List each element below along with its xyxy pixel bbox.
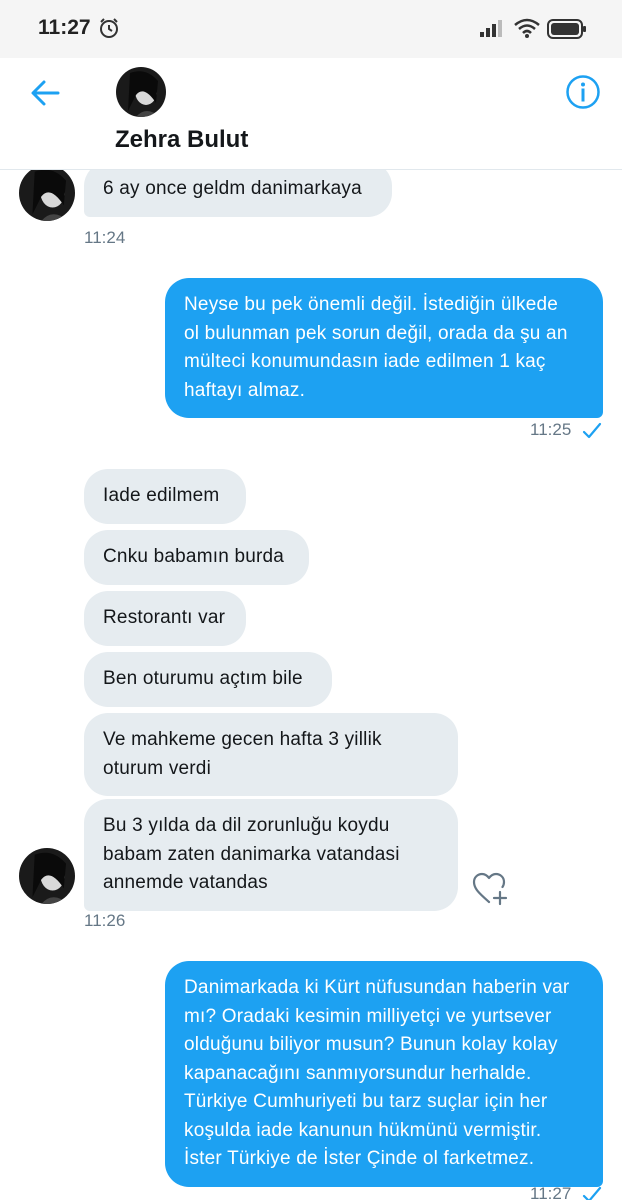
message-line: mülteci konumundasın iade edilmen 1 kaç: [184, 351, 546, 372]
checkmark-icon: [582, 1186, 602, 1200]
message-bubble[interactable]: Ve mahkeme gecen hafta 3 yillik oturum v…: [84, 713, 458, 796]
timestamp: 11:24: [84, 228, 126, 247]
message-line: annemde vatandas: [103, 872, 268, 893]
message-line: ol bulunman pek sorun değil, orada da şu…: [184, 322, 568, 344]
message-bubble[interactable]: Iade edilmem: [84, 469, 246, 524]
message-line: Ve mahkeme gecen hafta 3 yillik: [103, 729, 382, 750]
message-bubble[interactable]: Bu 3 yılda da dil zorunluğu koydu babam …: [84, 799, 458, 911]
message-list[interactable]: 6 ay once geldm danimarkaya 11:24 Neyse …: [0, 170, 622, 1200]
alarm-icon: [100, 18, 118, 38]
status-time: 11:27: [38, 16, 91, 39]
message-bubble[interactable]: Restorantı var: [84, 591, 246, 646]
message-line: Iade edilmem: [103, 485, 220, 506]
message-line: İster Türkiye de İster Çinde ol farketme…: [184, 1148, 535, 1169]
timestamp: 11:27: [530, 1184, 572, 1200]
status-bar: 11:27: [0, 0, 622, 58]
timestamp: 11:25: [530, 420, 572, 439]
checkmark-icon: [582, 422, 602, 439]
message-bubble[interactable]: Neyse bu pek önemli değil. İstediğin ülk…: [165, 278, 603, 418]
message-bubble[interactable]: Cnku babamın burda: [84, 530, 309, 585]
contact-avatar[interactable]: [19, 848, 75, 904]
message-bubble[interactable]: Danimarkada ki Kürt nüfusundan haberin v…: [165, 961, 603, 1187]
message-line: babam zaten danimarka vatandasi: [103, 843, 400, 865]
message-line: Danimarkada ki Kürt nüfusundan haberin v…: [184, 977, 570, 998]
message-bubble[interactable]: 6 ay once geldm danimarkaya: [84, 170, 392, 217]
message-line: olduğunu biliyor musun? Bunun kolay kola…: [184, 1034, 558, 1055]
message-line: Bu 3 yılda da dil zorunluğu koydu: [103, 815, 390, 836]
back-arrow-icon[interactable]: [28, 76, 62, 110]
message-line: oturum verdi: [103, 757, 211, 779]
message-line: Cnku babamın burda: [103, 546, 285, 567]
conversation-header: Zehra Bulut: [0, 58, 622, 170]
signal-icon: [480, 20, 502, 37]
message-line: kapanacağını sanmıyorsundur herhalde.: [184, 1062, 532, 1084]
message-line: koşulda iade kanunun hükmünü vermiştir.: [184, 1119, 542, 1141]
message-line: Ben oturumu açtım bile: [103, 668, 303, 689]
contact-avatar[interactable]: [19, 170, 75, 221]
message-line: mı? Oradaki kesimin milliyetçi ve yurtse…: [184, 1005, 552, 1027]
message-bubble[interactable]: Ben oturumu açtım bile: [84, 652, 332, 707]
timestamp: 11:26: [84, 911, 126, 930]
contact-name[interactable]: Zehra Bulut: [115, 126, 248, 154]
battery-icon: [547, 19, 586, 39]
contact-avatar[interactable]: [116, 67, 166, 117]
info-icon[interactable]: [565, 74, 601, 110]
message-line: Restorantı var: [103, 607, 226, 628]
heart-plus-icon[interactable]: [472, 872, 510, 906]
message-line: 6 ay once geldm danimarkaya: [103, 178, 362, 199]
wifi-icon: [514, 18, 540, 38]
message-line: haftayı almaz.: [184, 379, 306, 401]
message-line: Türkiye Cumhuriyeti bu tarz suçlar için …: [184, 1091, 548, 1112]
message-line: Neyse bu pek önemli değil. İstediğin ülk…: [184, 294, 559, 315]
